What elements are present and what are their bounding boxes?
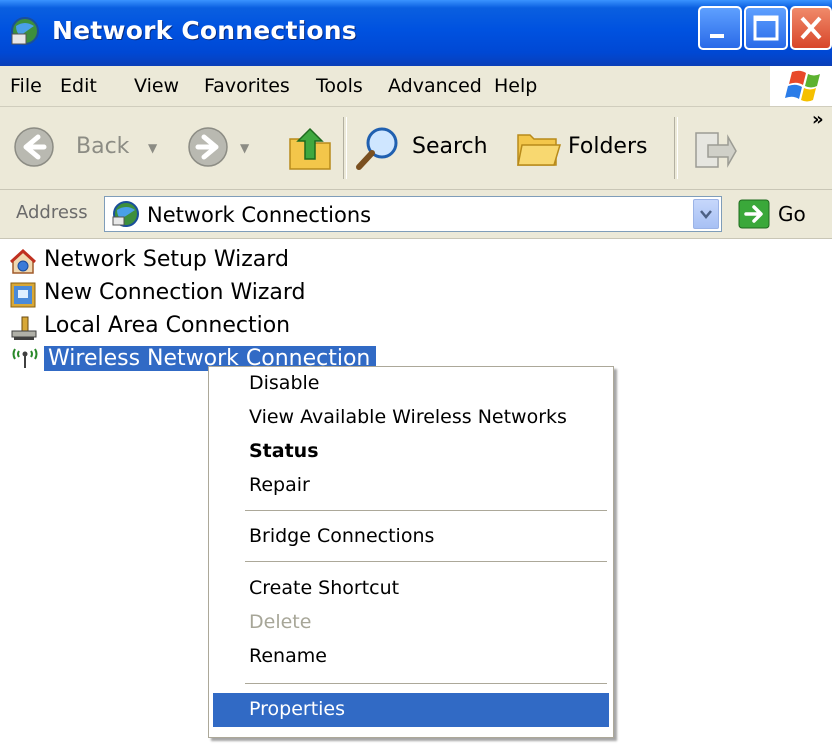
- menu-tools[interactable]: Tools: [316, 75, 363, 97]
- menu-separator: [245, 561, 607, 562]
- menu-item-label: Rename: [249, 645, 327, 667]
- windows-logo: [770, 66, 832, 106]
- window-title: Network Connections: [52, 16, 357, 45]
- go-label: Go: [778, 202, 806, 226]
- menu-separator: [245, 510, 607, 511]
- menu-view[interactable]: View: [134, 75, 179, 97]
- menu-item-label: Repair: [249, 474, 310, 496]
- back-button[interactable]: Back ▼: [8, 119, 168, 177]
- minimize-button[interactable]: [698, 6, 742, 50]
- menu-item-delete[interactable]: Delete: [213, 606, 609, 640]
- back-dropdown-icon[interactable]: ▼: [148, 141, 157, 155]
- forward-dropdown-icon[interactable]: ▼: [240, 141, 249, 155]
- menu-item-status[interactable]: Status: [213, 435, 609, 469]
- menu-bar: File Edit View Favorites Tools Advanced …: [0, 66, 832, 107]
- menu-item-properties[interactable]: Properties: [213, 693, 609, 727]
- wireless-connection-icon: [12, 348, 38, 368]
- up-folder-icon: [289, 127, 331, 170]
- menu-edit[interactable]: Edit: [60, 75, 97, 97]
- toolbar-overflow-chevron[interactable]: »: [812, 109, 824, 130]
- address-value: Network Connections: [147, 203, 372, 227]
- menu-favorites[interactable]: Favorites: [204, 75, 290, 97]
- close-button[interactable]: [790, 6, 832, 50]
- item-label: New Connection Wizard: [44, 280, 306, 305]
- toolbar-separator: [343, 117, 347, 179]
- back-arrow-icon: [14, 127, 54, 167]
- search-magnifier-icon: [356, 127, 398, 170]
- up-folder-button[interactable]: [286, 119, 336, 177]
- windows-flag-icon: [785, 70, 820, 102]
- back-label: Back: [76, 134, 130, 159]
- title-bar[interactable]: Network Connections: [0, 0, 832, 66]
- forward-arrow-icon: [188, 127, 228, 167]
- menu-separator: [245, 683, 607, 684]
- search-button[interactable]: Search: [352, 119, 504, 177]
- menu-item-repair[interactable]: Repair: [213, 469, 609, 503]
- go-arrow-icon: [738, 199, 770, 229]
- menu-item-label: View Available Wireless Networks: [249, 406, 567, 428]
- menu-item-label: Create Shortcut: [249, 577, 400, 599]
- menu-item-create-shortcut[interactable]: Create Shortcut: [213, 572, 609, 606]
- search-label: Search: [412, 134, 488, 159]
- standard-toolbar: Back ▼ ▼ Search Folders »: [0, 107, 832, 190]
- minimize-icon: [710, 34, 724, 38]
- address-dropdown-button[interactable]: [693, 199, 719, 229]
- item-label: Local Area Connection: [44, 313, 291, 338]
- menu-help[interactable]: Help: [494, 75, 537, 97]
- network-connections-window: Network Connections File Edit View Favor…: [0, 0, 832, 747]
- folders-button[interactable]: Folders: [514, 119, 664, 177]
- address-input[interactable]: Network Connections: [104, 196, 722, 232]
- menu-item-view-available-wireless-networks[interactable]: View Available Wireless Networks: [213, 401, 609, 435]
- menu-item-label: Bridge Connections: [249, 525, 435, 547]
- network-connections-icon: [112, 201, 139, 227]
- network-setup-wizard-icon: [10, 249, 36, 274]
- go-button[interactable]: Go: [736, 196, 828, 232]
- close-icon: [800, 16, 822, 40]
- lan-connection-icon: [11, 316, 37, 340]
- context-menu: Disable View Available Wireless Networks…: [208, 366, 614, 738]
- move-to-button[interactable]: [688, 121, 740, 177]
- menu-item-label: Delete: [249, 611, 312, 633]
- forward-button[interactable]: ▼: [186, 119, 266, 177]
- new-connection-wizard-icon: [10, 282, 36, 308]
- address-label: Address: [16, 202, 88, 223]
- menu-item-bridge-connections[interactable]: Bridge Connections: [213, 520, 609, 554]
- menu-item-label: Status: [249, 440, 319, 462]
- chevron-down-icon: [700, 210, 712, 219]
- toolbar-separator: [674, 117, 678, 179]
- move-to-folder-icon: [695, 132, 737, 168]
- menu-file[interactable]: File: [10, 75, 42, 97]
- network-connections-icon: [11, 17, 39, 45]
- maximize-button[interactable]: [744, 6, 788, 50]
- menu-item-label: Properties: [249, 698, 346, 720]
- folders-label: Folders: [568, 134, 648, 159]
- menu-item-disable[interactable]: Disable: [213, 367, 609, 401]
- folders-icon: [517, 134, 562, 166]
- maximize-icon: [753, 15, 779, 41]
- address-bar: Address Network Connections Go: [0, 190, 832, 239]
- menu-advanced[interactable]: Advanced: [388, 75, 482, 97]
- item-label: Network Setup Wizard: [44, 247, 289, 272]
- menu-item-rename[interactable]: Rename: [213, 640, 609, 674]
- menu-item-label: Disable: [249, 372, 320, 394]
